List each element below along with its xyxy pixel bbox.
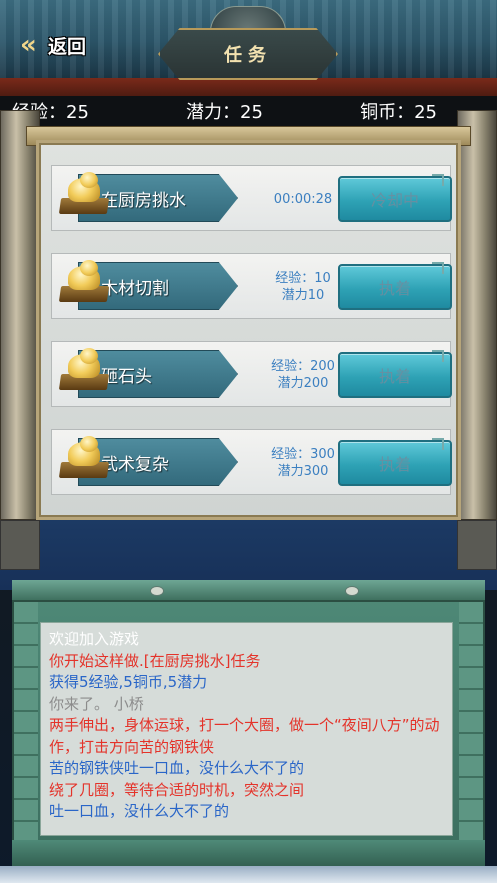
double-chevron-left-icon: « [20,30,37,60]
task-name: 武术复杂 [101,454,169,475]
left-pillar [0,110,40,520]
log-line: 苦的钢铁侠吐一口血，没什么大不了的 [49,759,305,777]
left-pillar-base [0,520,40,570]
stat-coins: 铜币：25 [360,102,437,123]
log-frame-right-side [459,602,483,864]
title-plaque: 任务 [158,28,338,80]
task-timer: 00:00:28 [273,191,333,207]
gold-ingot-icon [58,172,110,218]
task-cooldown-button[interactable]: 冷却中 [338,176,452,222]
task-reward-exp: 经验：200 [271,359,335,374]
task-panel: 在厨房挑水 00:00:28 冷却中 木材切割 经验：10 潜力10 执着 砸石… [36,140,461,520]
gold-ingot-icon [58,348,110,394]
rope-knot-icon [345,586,359,596]
right-pillar-base [457,520,497,570]
task-name: 在厨房挑水 [101,190,186,211]
log-line: 获得5经验,5铜币,5潜力 [49,673,208,691]
task-name: 木材切割 [101,278,169,299]
task-action-label: 执着 [378,279,411,298]
right-pillar [457,110,497,520]
task-execute-button[interactable]: 执着 [338,352,452,398]
sea-background [0,866,497,883]
rope-knot-icon [150,586,164,596]
back-label: 返回 [48,35,87,58]
gold-ingot-icon [58,260,110,306]
task-action-label: 冷却中 [370,191,419,210]
log-frame-top-bar [12,580,485,602]
stats-bar: 经验：25 潜力：25 铜币：25 [0,96,497,126]
task-reward-exp: 经验：10 [275,271,331,286]
task-reward-potential: 潜力300 [277,464,329,479]
log-frame-left-side [14,602,38,864]
task-action-label: 执着 [378,367,411,386]
back-button[interactable]: « 返回 [20,30,110,60]
log-line: 欢迎加入游戏 [49,630,140,648]
task-action-label: 执着 [378,455,411,474]
task-execute-button[interactable]: 执着 [338,264,452,310]
log-line: 你来了。 小桥 [49,694,144,713]
task-reward-potential: 潜力200 [277,376,329,391]
log-line: 你开始这样做.[在厨房挑水]任务 [49,651,261,670]
stat-potential: 潜力：25 [186,102,263,123]
log-line: 绕了几圈，等待合适的时机，突然之间 [49,780,305,799]
task-execute-button[interactable]: 执着 [338,440,452,486]
log-line: 吐一口血，没什么大不了的 [49,802,230,820]
log-line: 两手伸出，身体运球，打一个大圈，做一个“夜间八方”的动作，打击方向苦的钢铁侠 [49,716,440,756]
task-row: 武术复杂 经验：300 潜力300 执着 [51,429,452,495]
gold-ingot-icon [58,436,110,482]
task-reward-potential: 潜力10 [281,288,325,303]
task-row: 砸石头 经验：200 潜力200 执着 [51,341,452,407]
page-title: 任务 [224,45,272,66]
message-log[interactable]: 欢迎加入游戏 你开始这样做.[在厨房挑水]任务 获得5经验,5铜币,5潜力 你来… [40,622,453,836]
task-row: 在厨房挑水 00:00:28 冷却中 [51,165,452,231]
task-row: 木材切割 经验：10 潜力10 执着 [51,253,452,319]
roof-beam [0,78,497,98]
task-reward-exp: 经验：300 [271,447,335,462]
